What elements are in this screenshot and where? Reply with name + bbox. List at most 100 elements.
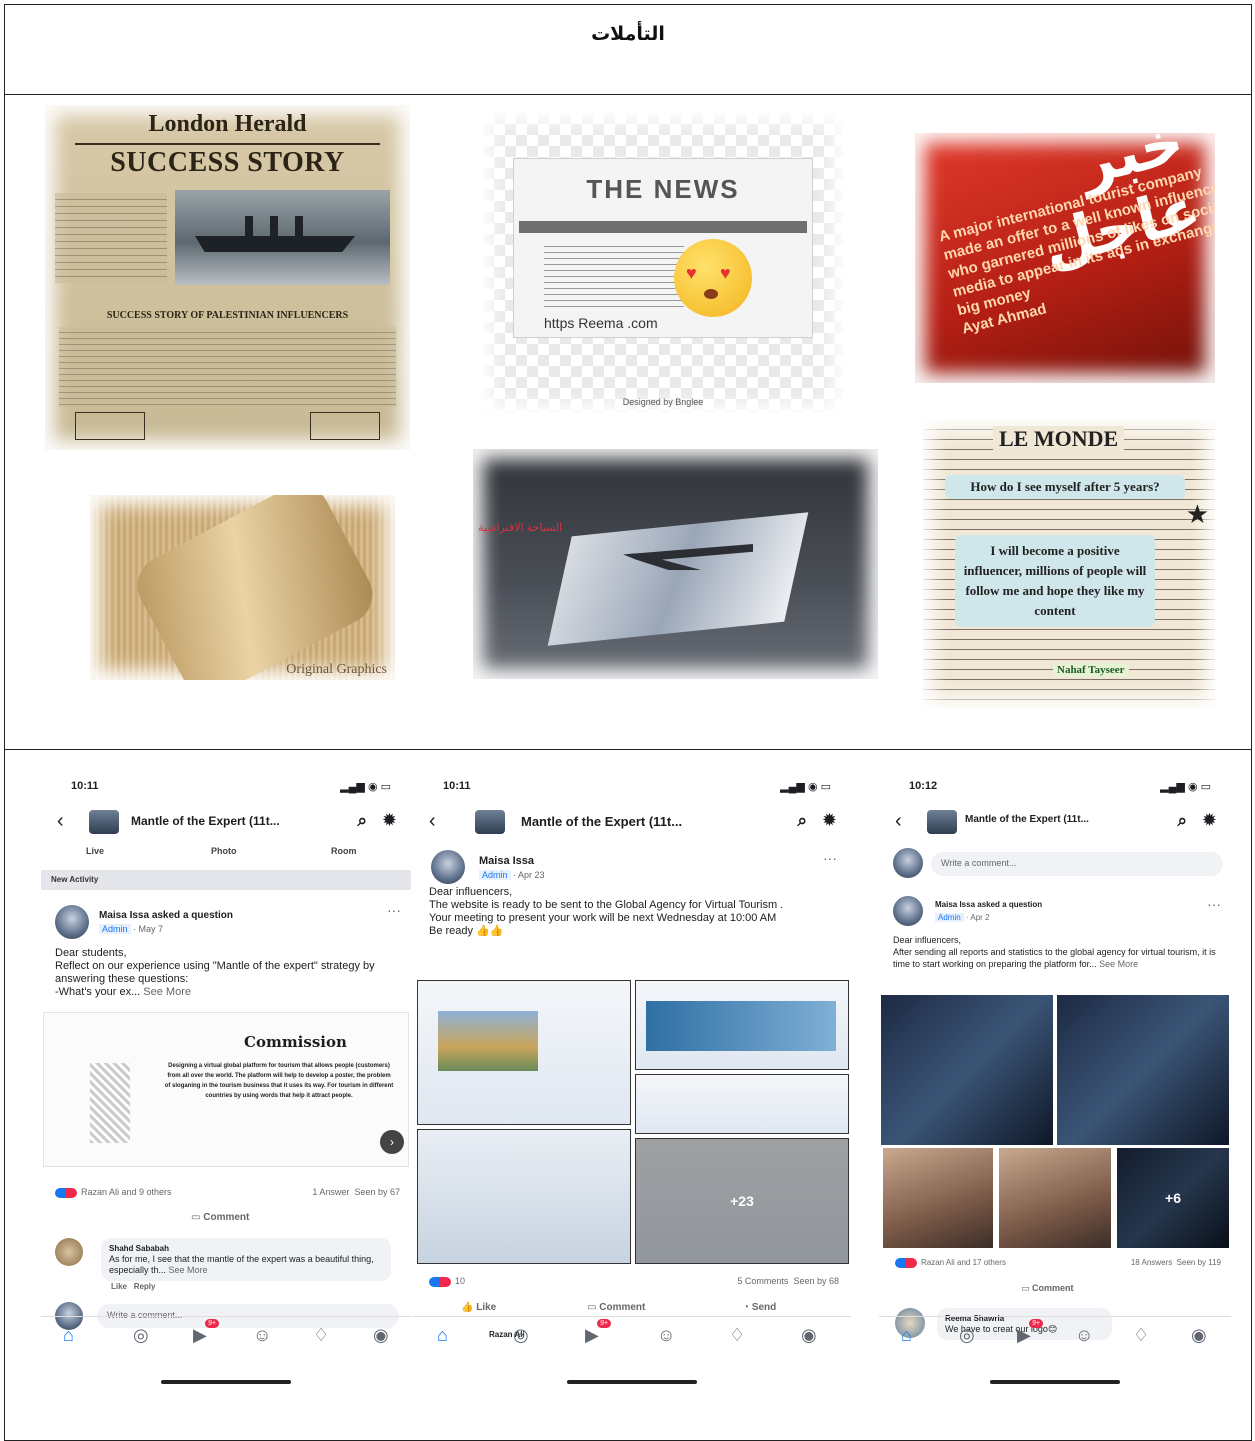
search-icon[interactable]: ⌕ [357,811,367,831]
more-options-icon[interactable]: ··· [1207,896,1221,912]
feather-icon [90,1063,130,1143]
the-news-card: THE NEWS ♥ ♥ https Reema .com Designed b… [483,113,843,413]
comment-button[interactable]: ▭ Comment [1021,1283,1074,1294]
comment-button[interactable]: ▭ Comment [191,1212,249,1223]
room-button[interactable]: Room [331,846,357,856]
reactions-row[interactable]: 10 5 Comments Seen by 68 [429,1276,839,1287]
groups-icon[interactable]: ◎ [959,1325,975,1346]
post-author[interactable]: Maisa Issa asked a question [99,910,233,921]
avatar[interactable] [431,850,465,884]
signal-wifi-battery-icon: ▂▄▆ ◉ ▭ [340,781,391,793]
watch-icon[interactable]: ▶ 9+ [585,1319,611,1346]
monde-masthead: LE MONDE [993,426,1125,452]
settings-icon[interactable]: ✹ [822,810,837,831]
comment-actions[interactable]: Like Reply [111,1282,155,1291]
phone-screenshot-1: 10:11 ▂▄▆ ◉ ▭ ‹ Mantle of the Expert (11… [41,750,411,1440]
home-icon[interactable]: ⌂ [901,1325,912,1346]
reactions-row[interactable]: Razan Ali and 9 others 1 Answer Seen by … [55,1187,400,1198]
send-button[interactable]: ◔ Send [743,1302,776,1313]
document-table: التأملات London Herald SUCCESS STORY SUC… [4,4,1252,1441]
post-photo[interactable] [1057,995,1229,1145]
newspaper-success-story: London Herald SUCCESS STORY SUCCESS STOR… [45,105,410,450]
menu-avatar-icon[interactable]: ◉ [801,1325,817,1346]
search-icon[interactable]: ⌕ [797,811,807,831]
monde-question: How do I see myself after 5 years? [945,475,1185,499]
post-photo[interactable] [881,995,1053,1145]
activity-label: New Activity [41,870,411,890]
home-indicator [567,1380,697,1384]
home-icon[interactable]: ⌂ [437,1325,448,1346]
search-icon[interactable]: ⌕ [1177,811,1187,831]
bell-icon[interactable]: ♢ [313,1325,329,1346]
rolled-newspaper-photo: Original Graphics [90,495,395,680]
news-lines [544,241,684,311]
comment-button[interactable]: ▭ Comment [587,1302,645,1313]
comment-input[interactable]: Write a comment... [931,852,1223,876]
post-photo-more[interactable]: +23 [635,1138,849,1264]
post-text: Dear influencers, After sending all repo… [893,935,1216,969]
more-photos-count: +23 [636,1139,848,1263]
menu-avatar-icon[interactable]: ◉ [1191,1325,1207,1346]
group-name[interactable]: Mantle of the Expert (11t... [131,814,280,828]
post-photo[interactable] [635,980,849,1070]
post-author[interactable]: Maisa Issa [479,855,534,867]
back-icon[interactable]: ‹ [429,810,436,833]
back-icon[interactable]: ‹ [895,810,902,833]
avatar[interactable] [893,896,923,926]
post-photo[interactable] [635,1074,849,1134]
group-name[interactable]: Mantle of the Expert (11t... [521,814,682,829]
document-title: التأملات [591,24,665,45]
bottom-tab-bar: ⌂ ◎ ▶ 9+ ☺ ♢ ◉ [879,1316,1231,1352]
post-photo-more[interactable]: +6 [1117,1148,1229,1248]
live-button[interactable]: Live [86,846,104,856]
group-avatar [927,810,957,834]
bell-icon[interactable]: ♢ [1133,1325,1149,1346]
commenter-avatar[interactable] [55,1238,83,1266]
monde-answer: I will become a positive influencer, mil… [955,535,1155,627]
like-button[interactable]: 👍 Like [461,1302,496,1313]
group-name[interactable]: Mantle of the Expert (11t... [965,814,1089,825]
post-meta: Admin · May 7 [99,924,163,934]
more-options-icon[interactable]: ··· [823,850,837,866]
back-icon[interactable]: ‹ [57,810,64,833]
bell-icon[interactable]: ♢ [729,1325,745,1346]
watch-icon[interactable]: ▶ 9+ [1017,1319,1043,1346]
settings-icon[interactable]: ✹ [1202,810,1217,831]
title-row: التأملات [5,5,1251,95]
profile-icon[interactable]: ☺ [253,1325,271,1346]
post-photo[interactable] [417,1129,631,1264]
commission-title: Commission [244,1033,347,1051]
groups-icon[interactable]: ◎ [513,1325,529,1346]
see-more-link[interactable]: See More [1099,959,1138,969]
subnav: Live Photo Room [41,846,411,866]
profile-icon[interactable]: ☺ [1075,1325,1093,1346]
group-header: ‹ Mantle of the Expert (11t... ⌕ ✹ [53,808,401,838]
photo-button[interactable]: Photo [211,846,237,856]
post-photo[interactable] [883,1148,993,1248]
status-bar: 10:11 ▂▄▆ ◉ ▭ [443,780,831,794]
newspaper-headline: SUCCESS STORY [110,147,345,178]
post-photo[interactable] [417,980,631,1125]
status-time: 10:12 [909,780,938,792]
next-arrow-icon[interactable]: › [380,1130,404,1154]
reactions-row[interactable]: Razan Ali and 17 others 18 Answers Seen … [895,1258,1221,1268]
avatar[interactable] [55,905,89,939]
watch-icon[interactable]: ▶ 9+ [193,1319,219,1346]
commission-card[interactable]: Commission Designing a virtual global pl… [43,1012,409,1167]
settings-icon[interactable]: ✹ [382,810,397,831]
group-header: ‹ Mantle of the Expert (11t... ⌕ ✹ [425,808,841,838]
news-title: THE NEWS [586,174,740,204]
post-photo[interactable] [999,1148,1111,1248]
see-more-link[interactable]: See More [143,986,191,998]
profile-icon[interactable]: ☺ [657,1325,675,1346]
menu-avatar-icon[interactable]: ◉ [373,1325,389,1346]
heart-icon: ♥ [686,263,697,283]
collage-row: London Herald SUCCESS STORY SUCCESS STOR… [5,95,1251,750]
home-indicator [161,1380,291,1384]
group-avatar [475,810,505,834]
more-options-icon[interactable]: ··· [387,902,401,918]
post-author[interactable]: Maisa Issa asked a question [935,900,1042,909]
home-icon[interactable]: ⌂ [63,1325,74,1346]
groups-icon[interactable]: ◎ [133,1325,149,1346]
group-header: ‹ Mantle of the Expert (11t... ⌕ ✹ [891,808,1221,838]
